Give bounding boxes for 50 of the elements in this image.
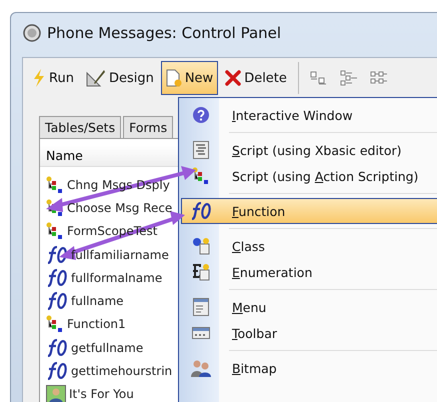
delete-button[interactable]: Delete <box>220 61 292 95</box>
script-editor-icon <box>193 141 209 159</box>
script-icon <box>192 167 210 185</box>
function-icon <box>46 246 68 264</box>
script-icon <box>46 176 64 194</box>
menu-item[interactable]: Bitmap <box>181 355 437 381</box>
script-icon <box>46 315 64 334</box>
menu-item[interactable]: Toolbar <box>181 320 437 346</box>
people-icon <box>190 359 212 377</box>
function-icon <box>46 338 68 357</box>
lightning-icon <box>32 69 46 87</box>
menu-item[interactable]: Enumeration <box>181 259 437 285</box>
list-item[interactable]: gettimehourstrin <box>71 364 172 378</box>
list-item[interactable]: fullname <box>71 294 124 308</box>
menu-item[interactable]: Class <box>181 233 437 259</box>
list-item[interactable]: Choose Msg Rece <box>67 200 172 215</box>
list-item[interactable]: Chng Msgs Dsply <box>67 178 170 192</box>
enumeration-icon <box>192 263 210 281</box>
delete-icon <box>225 70 242 86</box>
function-icon <box>190 202 212 220</box>
window-icon <box>23 24 41 42</box>
layout-icon <box>310 71 328 85</box>
menu-item[interactable]: Script (using Xbasic editor) <box>181 137 437 163</box>
list-item[interactable]: getfullname <box>71 340 144 355</box>
menu-item[interactable]: Interactive Window <box>181 102 437 128</box>
toolbar-editor-icon <box>192 327 210 339</box>
design-button[interactable]: Design <box>80 61 159 95</box>
window-title: Phone Messages: Control Panel <box>47 24 282 42</box>
menu-item[interactable]: Menu <box>181 294 437 320</box>
set-square-icon <box>86 69 106 87</box>
function-icon <box>46 268 68 287</box>
tab[interactable]: Tables/Sets <box>39 116 122 138</box>
new-document-icon <box>166 69 182 87</box>
function-icon <box>46 292 68 310</box>
list-item[interactable]: It's For You <box>69 387 134 402</box>
run-button[interactable]: Run <box>27 61 79 95</box>
help-icon <box>192 106 210 124</box>
script-icon <box>46 222 64 240</box>
layout-icon <box>370 71 388 85</box>
function-icon <box>46 362 68 380</box>
class-icon <box>192 237 210 255</box>
menu-item[interactable]: Script (using Action Scripting) <box>181 163 437 189</box>
list-item[interactable]: fullformalname <box>71 270 162 285</box>
new-button[interactable]: New <box>160 61 218 95</box>
tab[interactable]: Forms <box>123 116 174 138</box>
layout-icon <box>340 70 358 86</box>
menu-item[interactable]: Function <box>181 198 437 224</box>
menu-editor-icon <box>193 298 209 316</box>
list-item[interactable]: Function1 <box>67 317 126 332</box>
person-picture-icon <box>46 385 66 402</box>
